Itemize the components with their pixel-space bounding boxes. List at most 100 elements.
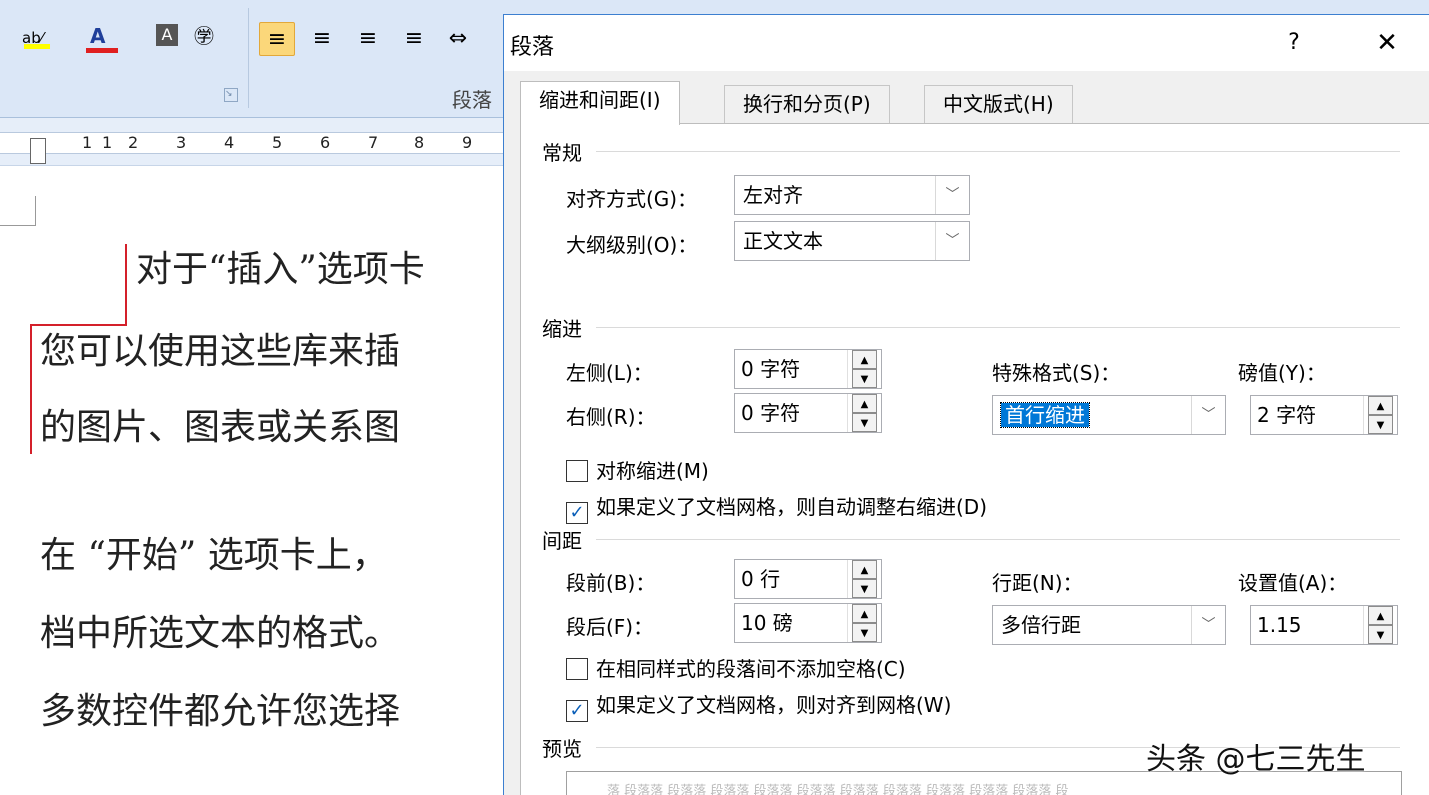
chevron-down-icon[interactable]: ﹀ [1191, 396, 1225, 434]
outline-level-select[interactable]: 正文文本 ﹀ [734, 221, 970, 261]
highlight-color-bar [24, 44, 50, 49]
character-shading-icon[interactable]: A [156, 24, 178, 46]
spin-down-icon[interactable]: ▼ [852, 369, 877, 388]
mirror-indents-checkbox[interactable]: 对称缩进(M) [566, 455, 709, 484]
line-spacing-at-spinner[interactable]: 1.15 ▲ ▼ [1250, 605, 1398, 645]
no-space-same-style-label: 在相同样式的段落间不添加空格(C) [596, 657, 906, 681]
indent-by-value: 2 字符 [1257, 403, 1317, 427]
spin-down-icon[interactable]: ▼ [1368, 415, 1393, 434]
spin-up-icon[interactable]: ▲ [852, 350, 877, 369]
watermark: 头条 @七三先生 [1146, 742, 1366, 777]
spacing-before-label: 段前(B)： [566, 571, 656, 595]
spin-up-icon[interactable]: ▲ [852, 560, 877, 579]
alignment-label: 对齐方式(G)： [566, 187, 698, 211]
outline-level-label: 大纲级别(O)： [566, 233, 698, 257]
indent-marker-icon[interactable] [30, 138, 46, 164]
spinner-buttons[interactable]: ▲ ▼ [847, 604, 881, 642]
align-right-button[interactable]: ≡ [350, 22, 386, 56]
spin-up-icon[interactable]: ▲ [1368, 396, 1393, 415]
line-spacing-select[interactable]: 多倍行距 ﹀ [992, 605, 1226, 645]
ruler-tick: 4 [224, 133, 235, 152]
alignment-value: 左对齐 [743, 183, 803, 207]
ruler-tick: 2 [128, 133, 139, 152]
special-indent-label: 特殊格式(S)： [992, 361, 1121, 385]
spinner-buttons[interactable]: ▲ ▼ [847, 350, 881, 388]
line-spacing-at-label: 设置值(A)： [1238, 571, 1348, 595]
ruler-tick: 1 [102, 133, 113, 152]
snap-to-grid-checkbox[interactable]: ✓ 如果定义了文档网格，则对齐到网格(W) [566, 689, 951, 722]
document-line: 您可以使用这些库来插 [40, 331, 401, 372]
section-divider [596, 539, 1400, 540]
margin-corner-mark [0, 196, 36, 226]
section-preview-heading: 预览 [542, 737, 582, 761]
document-page[interactable]: 对于“插入”选项卡 您可以使用这些库来插 的图片、图表或关系图 在 “开始” 选… [0, 166, 505, 795]
alignment-select[interactable]: 左对齐 ﹀ [734, 175, 970, 215]
document-line: 在 “开始” 选项卡上， [40, 535, 388, 576]
indent-by-label: 磅值(Y)： [1238, 361, 1326, 385]
spacing-before-spinner[interactable]: 0 行 ▲ ▼ [734, 559, 882, 599]
help-button[interactable]: ? [1276, 25, 1312, 61]
spacing-after-label: 段后(F)： [566, 615, 654, 639]
indent-left-spinner[interactable]: 0 字符 ▲ ▼ [734, 349, 882, 389]
font-color-icon[interactable]: A [90, 22, 105, 50]
spin-up-icon[interactable]: ▲ [852, 604, 877, 623]
section-indent-heading: 缩进 [542, 317, 582, 341]
checkmark-icon[interactable]: ✓ [566, 502, 588, 524]
spin-down-icon[interactable]: ▼ [852, 623, 877, 642]
auto-adjust-right-indent-checkbox[interactable]: ✓ 如果定义了文档网格，则自动调整右缩进(D) [566, 491, 987, 524]
checkbox-box[interactable] [566, 460, 588, 482]
special-indent-select[interactable]: 首行缩进 ﹀ [992, 395, 1226, 435]
ruler-strip[interactable]: 1 1 2 3 4 5 6 7 8 9 [0, 132, 505, 154]
ruler-tick: 3 [176, 133, 187, 152]
tab-line-and-page-breaks[interactable]: 换行和分页(P) [724, 85, 890, 123]
spacing-after-spinner[interactable]: 10 磅 ▲ ▼ [734, 603, 882, 643]
close-button[interactable]: ✕ [1366, 25, 1408, 61]
spin-up-icon[interactable]: ▲ [852, 394, 877, 413]
enclose-characters-icon[interactable]: ㊫ [194, 22, 214, 50]
spinner-buttons[interactable]: ▲ ▼ [1363, 606, 1397, 644]
indent-by-spinner[interactable]: 2 字符 ▲ ▼ [1250, 395, 1398, 435]
font-dialog-launcher-icon[interactable]: ↘ [224, 88, 238, 102]
spinner-buttons[interactable]: ▲ ▼ [847, 394, 881, 432]
paragraph-group-label: 段落 [452, 88, 492, 112]
dialog-titlebar[interactable]: 段落 ? ✕ [504, 15, 1429, 71]
section-general-heading: 常规 [542, 141, 582, 165]
indent-right-spinner[interactable]: 0 字符 ▲ ▼ [734, 393, 882, 433]
tab-indents-and-spacing[interactable]: 缩进和间距(I) [520, 81, 680, 125]
align-center-button[interactable]: ≡ [304, 22, 340, 56]
chevron-down-icon[interactable]: ﹀ [935, 176, 969, 214]
no-space-same-style-checkbox[interactable]: 在相同样式的段落间不添加空格(C) [566, 653, 906, 682]
indent-left-label: 左侧(L)： [566, 361, 653, 385]
distributed-button[interactable]: ⇔ [440, 22, 476, 56]
outline-level-value: 正文文本 [743, 229, 823, 253]
special-indent-value: 首行缩进 [1000, 402, 1090, 428]
spin-down-icon[interactable]: ▼ [1368, 625, 1393, 644]
auto-adjust-right-indent-label: 如果定义了文档网格，则自动调整右缩进(D) [596, 495, 988, 519]
document-line: 的图片、图表或关系图 [40, 407, 401, 448]
ruler-tick: 6 [320, 133, 331, 152]
line-spacing-at-value: 1.15 [1257, 613, 1302, 637]
spinner-buttons[interactable]: ▲ ▼ [1363, 396, 1397, 434]
line-spacing-label: 行距(N)： [992, 571, 1083, 595]
spinner-buttons[interactable]: ▲ ▼ [847, 560, 881, 598]
spin-up-icon[interactable]: ▲ [1368, 606, 1393, 625]
spin-down-icon[interactable]: ▼ [852, 413, 877, 432]
tab-asian-typography[interactable]: 中文版式(H) [924, 85, 1073, 123]
section-divider [596, 151, 1400, 152]
spacing-before-value: 0 行 [741, 567, 781, 591]
chevron-down-icon[interactable]: ﹀ [935, 222, 969, 260]
revision-bar [30, 324, 127, 326]
ribbon-separator [248, 8, 249, 108]
document-line: 对于“插入”选项卡 [136, 249, 425, 290]
indent-left-value: 0 字符 [741, 357, 801, 381]
align-left-button[interactable]: ≡ [259, 22, 295, 56]
ruler-tick: 9 [462, 133, 473, 152]
checkbox-box[interactable] [566, 658, 588, 680]
checkmark-icon[interactable]: ✓ [566, 700, 588, 722]
revision-bar [30, 324, 32, 454]
spin-down-icon[interactable]: ▼ [852, 579, 877, 598]
ruler-tick: 5 [272, 133, 283, 152]
chevron-down-icon[interactable]: ﹀ [1191, 606, 1225, 644]
justify-button[interactable]: ≡ [396, 22, 432, 56]
document-line: 多数控件都允许您选择 [40, 691, 401, 732]
